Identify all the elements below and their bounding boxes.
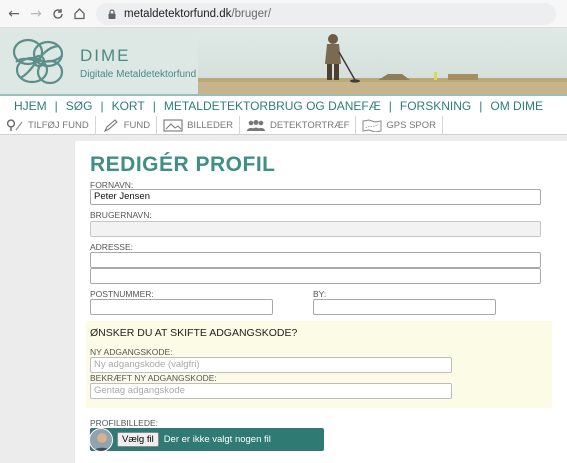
- back-arrow-icon[interactable]: ←: [5, 5, 23, 23]
- nav-separator: |: [152, 99, 156, 113]
- pencil-icon: [103, 118, 118, 132]
- change-password-section: ØNSKER DU AT SKIFTE ADGANGSKODE? NY ADGA…: [86, 321, 552, 408]
- no-file-status: Der er ikke valgt nogen fil: [163, 434, 271, 445]
- subnav-label: BILLEDER: [187, 119, 234, 131]
- dime-logo-knot-icon[interactable]: [8, 32, 70, 90]
- firstname-field[interactable]: Peter Jensen: [90, 189, 541, 205]
- confirm-password-field[interactable]: Gentag adgangskode: [90, 383, 452, 399]
- profile-form-panel: REDIGÉR PROFIL FORNAVN: Peter Jensen BRU…: [75, 141, 567, 463]
- home-icon[interactable]: [70, 5, 88, 23]
- username-label: BRUGERNAVN:: [90, 210, 152, 220]
- nav-item-soeg[interactable]: SØG: [66, 99, 93, 113]
- subnav-label: TILFØJ FUND: [28, 119, 89, 131]
- map-icon: [362, 118, 382, 132]
- avatar: [89, 427, 113, 452]
- city-label: BY:: [313, 289, 327, 299]
- profile-picture-label: PROFILBILLEDE:: [90, 418, 159, 428]
- sub-navigation: TILFØJ FUND FUND BILLEDER DETEKTORTRÆF G…: [0, 115, 567, 135]
- subnav-label: GPS SPOR: [386, 119, 437, 131]
- browser-toolbar: ← → metaldetektorfund.dk/bruger/: [0, 0, 567, 28]
- subnav-item-gps-spor[interactable]: GPS SPOR: [356, 115, 444, 135]
- subnav-item-fund[interactable]: FUND: [96, 115, 158, 135]
- nav-separator: |: [100, 99, 104, 113]
- password-section-title: ØNSKER DU AT SKIFTE ADGANGSKODE?: [90, 327, 298, 339]
- nav-item-hjem[interactable]: HJEM: [14, 99, 47, 113]
- profile-picture-upload: Vælg fil Der er ikke valgt nogen fil: [89, 427, 324, 452]
- confirm-password-label: BEKRÆFT NY ADGANGSKODE:: [90, 373, 217, 383]
- city-field[interactable]: [313, 299, 496, 315]
- address-line2-field[interactable]: [90, 268, 541, 284]
- pin-icon: [6, 118, 23, 131]
- subnav-item-detektortraef[interactable]: DETEKTORTRÆF: [240, 115, 357, 135]
- address-bar[interactable]: metaldetektorfund.dk/bruger/: [96, 2, 556, 25]
- site-header: DIME Digitale Metaldetektorfund: [0, 28, 567, 94]
- nav-item-om-dime[interactable]: OM DIME: [490, 99, 543, 113]
- photo-icon: [163, 118, 183, 132]
- site-title[interactable]: DIME: [80, 46, 131, 66]
- url-host: metaldetektorfund.dk: [124, 7, 232, 20]
- nav-separator: |: [388, 99, 392, 113]
- page-title: REDIGÉR PROFIL: [90, 153, 276, 176]
- nav-separator: |: [54, 99, 58, 113]
- nav-item-kort[interactable]: KORT: [112, 99, 145, 113]
- subnav-item-billeder[interactable]: BILLEDER: [157, 115, 241, 135]
- nav-item-forskning[interactable]: FORSKNING: [400, 99, 471, 113]
- lock-icon: [108, 8, 116, 19]
- address-label: ADRESSE:: [90, 242, 133, 252]
- reload-icon[interactable]: [49, 5, 67, 23]
- username-field: [90, 221, 541, 237]
- url-path: /bruger/: [231, 7, 272, 20]
- postcode-field[interactable]: [90, 299, 273, 315]
- choose-file-button[interactable]: Vælg fil: [117, 432, 159, 447]
- subnav-item-tilfoej-fund[interactable]: TILFØJ FUND: [0, 115, 96, 135]
- new-password-label: NY ADGANGSKODE:: [90, 347, 173, 357]
- group-icon: [247, 119, 266, 131]
- header-landscape-image: [198, 28, 567, 94]
- site-subtitle: Digitale Metaldetektorfund: [80, 69, 197, 80]
- nav-separator: |: [479, 99, 483, 113]
- nav-item-metaldetektorbrug[interactable]: METALDETEKTORBRUG OG DANEFÆ: [164, 99, 381, 113]
- forward-arrow-icon[interactable]: →: [27, 5, 45, 23]
- postcode-label: POSTNUMMER:: [90, 289, 154, 299]
- new-password-field[interactable]: Ny adgangskode (valgfri): [90, 357, 452, 373]
- main-navigation: HJEM | SØG | KORT | METALDETEKTORBRUG OG…: [0, 94, 567, 116]
- address-line1-field[interactable]: [90, 252, 541, 268]
- subnav-label: DETEKTORTRÆF: [270, 119, 350, 131]
- subnav-label: FUND: [123, 119, 151, 131]
